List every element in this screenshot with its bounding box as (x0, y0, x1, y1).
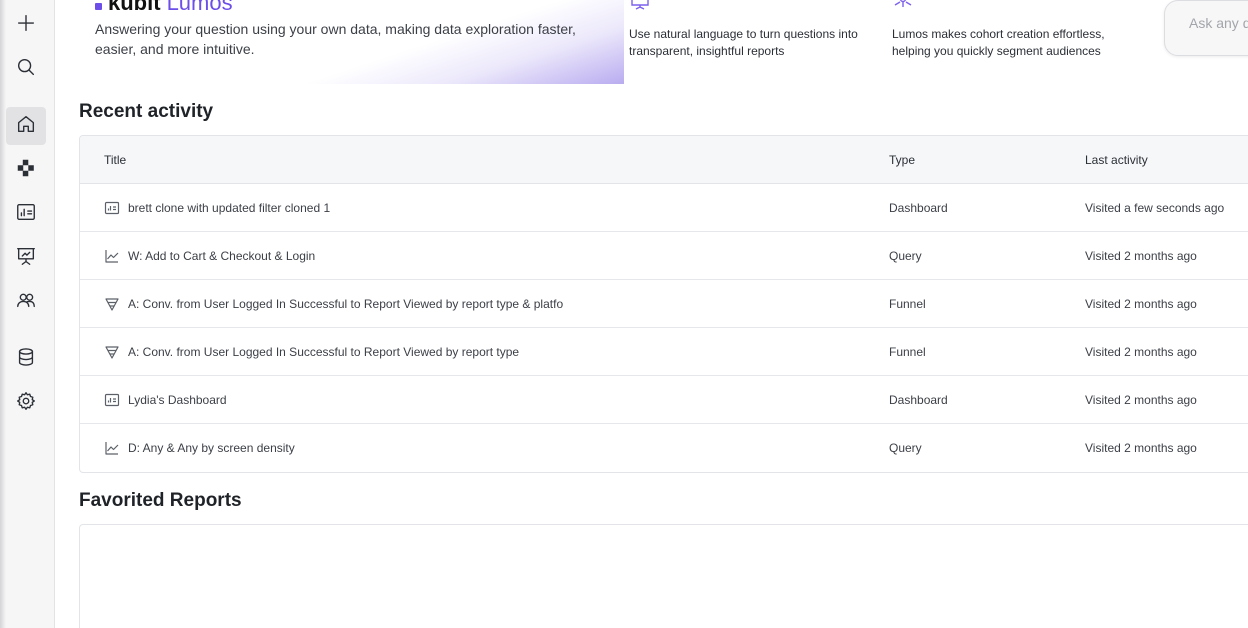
nav-cohorts[interactable] (6, 151, 46, 189)
cohort-icon (892, 0, 914, 10)
table-row[interactable]: A: Conv. from User Logged In Successful … (80, 280, 1248, 328)
table-row[interactable]: W: Add to Cart & Checkout & Login Query … (80, 232, 1248, 280)
row-type: Dashboard (889, 201, 948, 215)
column-header-type[interactable]: Type (889, 153, 915, 167)
app-root: kubit Lumos Answering your question usin… (0, 0, 1248, 628)
nav-presentations[interactable] (6, 239, 46, 277)
funnel-icon (104, 296, 120, 312)
row-title[interactable]: D: Any & Any by screen density (128, 441, 295, 455)
blocks-icon (15, 157, 37, 184)
row-last-activity: Visited 2 months ago (1085, 441, 1197, 455)
column-header-last-activity[interactable]: Last activity (1085, 153, 1148, 167)
search-icon (15, 56, 37, 83)
row-type: Funnel (889, 345, 926, 359)
home-icon (15, 113, 37, 140)
users-icon (15, 289, 37, 316)
ask-question-input[interactable] (1189, 15, 1248, 31)
row-type: Query (889, 249, 922, 263)
lumos-hero-banner: kubit Lumos Answering your question usin… (79, 0, 624, 84)
recent-activity-title: Recent activity (79, 101, 214, 122)
table-row[interactable]: brett clone with updated filter cloned 1… (80, 184, 1248, 232)
row-last-activity: Visited 2 months ago (1085, 393, 1197, 407)
line-chart-icon (104, 440, 120, 456)
search-button[interactable] (6, 50, 46, 88)
chart-report-icon (629, 0, 651, 10)
database-icon (15, 346, 37, 373)
product-name: Lumos (166, 0, 233, 15)
funnel-icon (104, 344, 120, 360)
dashboard-icon (104, 200, 120, 216)
nav-users[interactable] (6, 283, 46, 321)
row-last-activity: Visited a few seconds ago (1085, 201, 1225, 215)
hero-description: Answering your question using your own d… (95, 21, 576, 57)
left-nav-rail (0, 0, 55, 628)
ask-question-box[interactable] (1164, 0, 1248, 56)
row-type: Funnel (889, 297, 926, 311)
row-last-activity: Visited 2 months ago (1085, 345, 1197, 359)
feature-cohorts-text: Lumos makes cohort creation effortless, … (892, 27, 1105, 58)
dashboard-icon (15, 201, 37, 228)
presentation-icon (15, 245, 37, 272)
nav-data[interactable] (6, 340, 46, 378)
row-title[interactable]: A: Conv. from User Logged In Successful … (128, 345, 519, 359)
brand-name: kubit (108, 0, 161, 15)
new-button[interactable] (6, 6, 46, 44)
row-title[interactable]: Lydia's Dashboard (128, 393, 227, 407)
row-type: Dashboard (889, 393, 948, 407)
nav-home[interactable] (6, 107, 46, 145)
column-header-title[interactable]: Title (104, 153, 126, 167)
line-chart-icon (104, 248, 120, 264)
favorited-reports-panel (79, 524, 1248, 628)
row-title[interactable]: brett clone with updated filter cloned 1 (128, 201, 330, 215)
table-row[interactable]: A: Conv. from User Logged In Successful … (80, 328, 1248, 376)
row-title[interactable]: W: Add to Cart & Checkout & Login (128, 249, 315, 263)
recent-activity-table: Title Type Last activity brett clone wit… (79, 135, 1248, 473)
table-row[interactable]: D: Any & Any by screen density Query Vis… (80, 424, 1248, 472)
nav-dashboards[interactable] (6, 195, 46, 233)
favorited-reports-title: Favorited Reports (79, 490, 242, 511)
row-last-activity: Visited 2 months ago (1085, 249, 1197, 263)
nav-settings[interactable] (6, 384, 46, 422)
plus-icon (15, 12, 37, 39)
table-header: Title Type Last activity (80, 136, 1248, 184)
dashboard-icon (104, 392, 120, 408)
row-type: Query (889, 441, 922, 455)
kubit-logo-mark (95, 2, 102, 10)
table-row[interactable]: Lydia's Dashboard Dashboard Visited 2 mo… (80, 376, 1248, 424)
feature-reports-text: Use natural language to turn questions i… (629, 27, 858, 58)
row-title[interactable]: A: Conv. from User Logged In Successful … (128, 297, 563, 311)
lumos-logo: kubit Lumos (95, 0, 233, 16)
gear-icon (15, 390, 37, 417)
row-last-activity: Visited 2 months ago (1085, 297, 1197, 311)
